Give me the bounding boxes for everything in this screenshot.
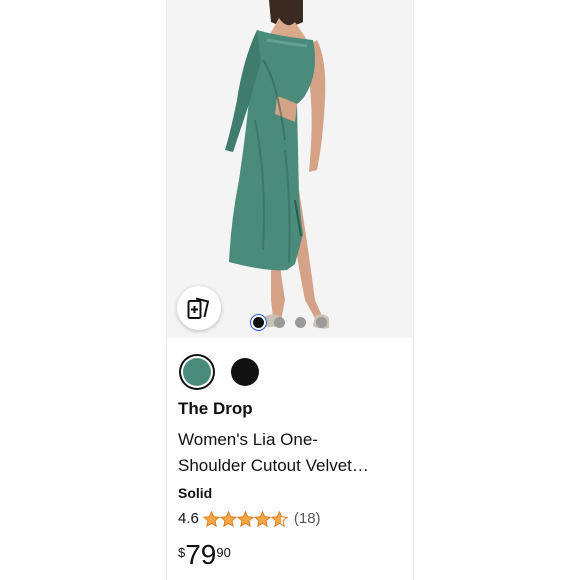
compare-button[interactable] bbox=[177, 286, 221, 330]
brand-name[interactable]: The Drop bbox=[178, 399, 253, 419]
star-icon bbox=[236, 510, 254, 527]
gallery-dot[interactable] bbox=[253, 317, 264, 328]
swatch-color bbox=[183, 358, 211, 386]
variant-label: Solid bbox=[178, 485, 213, 501]
color-swatch-black[interactable] bbox=[229, 356, 261, 388]
price-fraction: 90 bbox=[216, 545, 231, 560]
star-rating[interactable] bbox=[202, 510, 288, 527]
gallery-dot[interactable] bbox=[295, 317, 306, 328]
star-icon bbox=[202, 510, 220, 527]
product-title-line-1: Women's Lia One- bbox=[178, 430, 318, 449]
review-count[interactable]: (18) bbox=[294, 510, 321, 527]
gallery-dot[interactable] bbox=[316, 317, 327, 328]
price-whole: 79 bbox=[185, 539, 217, 570]
gallery-dot[interactable] bbox=[274, 317, 285, 328]
product-card[interactable]: The Drop Women's Lia One- Shoulder Cutou… bbox=[166, 0, 414, 580]
price: $ 79 90 bbox=[178, 540, 231, 570]
product-image[interactable] bbox=[167, 0, 413, 338]
color-swatches bbox=[181, 356, 261, 388]
color-swatch-green-velvet[interactable] bbox=[181, 356, 213, 388]
compare-cards-icon bbox=[187, 297, 210, 319]
star-icon bbox=[253, 510, 271, 527]
swatch-color bbox=[231, 358, 259, 386]
price-symbol: $ bbox=[178, 545, 186, 560]
product-title[interactable]: Women's Lia One- Shoulder Cutout Velvet… bbox=[178, 427, 404, 479]
rating-value: 4.6 bbox=[178, 510, 199, 527]
gallery-pagination bbox=[253, 317, 327, 328]
product-title-line-2: Shoulder Cutout Velvet… bbox=[178, 456, 369, 475]
star-icon bbox=[219, 510, 237, 527]
rating-row[interactable]: 4.6 (18) bbox=[178, 510, 321, 527]
star-icon bbox=[270, 510, 288, 527]
